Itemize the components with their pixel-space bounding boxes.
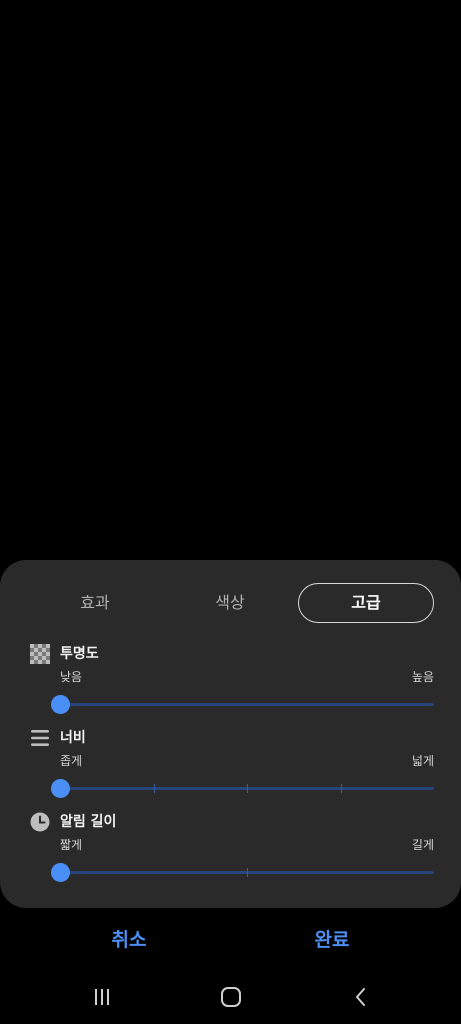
duration-title: 알림 길이 (60, 814, 117, 830)
slider-thumb[interactable] (51, 863, 70, 882)
opacity-max-label: 높음 (411, 670, 434, 684)
action-bar: 취소 완료 (0, 920, 461, 960)
slider-tick (153, 784, 155, 793)
slider-tick (340, 784, 342, 793)
opacity-slider[interactable] (50, 694, 436, 714)
checkerboard-icon (30, 644, 50, 664)
width-slider[interactable] (50, 778, 436, 798)
settings-panel: 효과 색상 고급 투명도 낮음 높음 너비 좁게 넓게 알림 길이 짧게 길게 (0, 560, 461, 908)
width-max-label: 넓게 (411, 754, 434, 768)
opacity-min-label: 낮음 (60, 670, 83, 684)
home-icon[interactable] (218, 984, 244, 1010)
tab-advanced[interactable]: 고급 (298, 583, 434, 623)
tab-color[interactable]: 색상 (170, 583, 290, 623)
slider-tick (247, 784, 248, 793)
tab-effects[interactable]: 효과 (35, 583, 155, 623)
width-min-label: 좁게 (60, 754, 83, 768)
clock-icon (30, 812, 50, 832)
duration-slider[interactable] (50, 862, 436, 882)
width-title: 너비 (60, 730, 86, 746)
recent-apps-icon[interactable] (89, 984, 115, 1010)
slider-thumb[interactable] (51, 695, 70, 714)
screen: 효과 색상 고급 투명도 낮음 높음 너비 좁게 넓게 알림 길이 짧게 길게 … (0, 0, 461, 1024)
slider-thumb[interactable] (51, 779, 70, 798)
tab-bar: 효과 색상 고급 (0, 583, 461, 623)
done-button[interactable]: 완료 (252, 920, 412, 960)
duration-max-label: 길게 (411, 838, 434, 852)
duration-min-label: 짧게 (60, 838, 83, 852)
slider-tick (247, 868, 248, 877)
opacity-title: 투명도 (60, 646, 99, 662)
cancel-button[interactable]: 취소 (49, 920, 209, 960)
slider-track (60, 703, 434, 706)
navigation-bar (0, 976, 461, 1018)
back-icon[interactable] (348, 984, 374, 1010)
lines-icon (31, 730, 49, 746)
